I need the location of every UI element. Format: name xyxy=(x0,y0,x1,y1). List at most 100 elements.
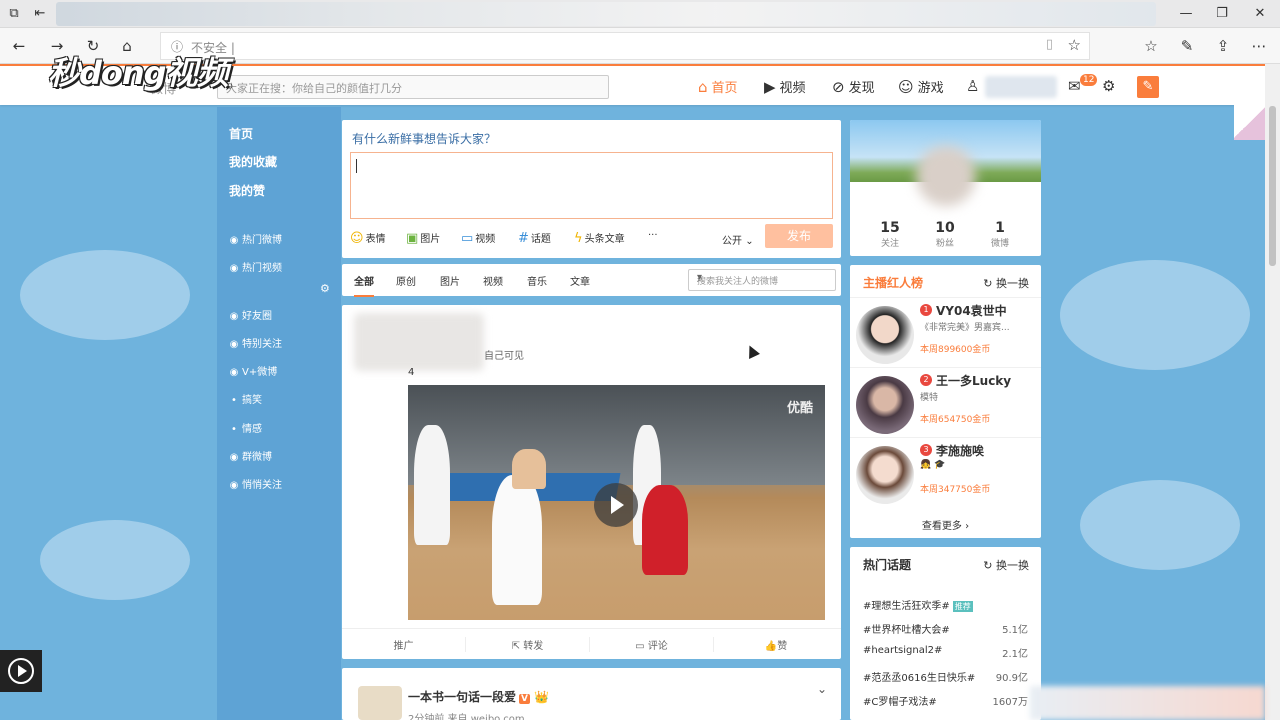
lightning-icon: ϟ xyxy=(574,231,583,246)
tab-articles[interactable]: 文章 xyxy=(570,273,590,288)
sidebar-item-special[interactable]: ◉ 特别关注 xyxy=(229,335,282,350)
image-button[interactable]: ▣ 图片 xyxy=(406,230,440,246)
sidebar-item-group[interactable]: ◉ 群微博 xyxy=(229,448,272,463)
sidebar-settings-icon[interactable]: ⚙ xyxy=(320,282,330,295)
user-icon[interactable]: ♙ xyxy=(966,77,983,95)
sidebar-item-home[interactable]: 首页 xyxy=(229,125,253,142)
play-icon xyxy=(8,658,34,684)
username[interactable] xyxy=(985,76,1057,98)
video-frame xyxy=(492,475,542,605)
tab-videos[interactable]: 视频 xyxy=(483,273,503,288)
address-bar[interactable]: ⓘ 不安全 | ▯ ☆ xyxy=(160,32,1090,60)
avatar[interactable] xyxy=(856,446,914,504)
refresh-button[interactable]: ↻ 换一换 xyxy=(983,275,1029,291)
play-button[interactable] xyxy=(594,483,638,527)
tab-list-icon[interactable]: ⧉ xyxy=(6,6,22,22)
post-text: 4 xyxy=(408,367,415,378)
back-tab-icon[interactable]: ⇤ xyxy=(32,6,48,22)
scrollbar-thumb[interactable] xyxy=(1269,106,1276,266)
like-button[interactable]: 👍赞 xyxy=(714,637,838,652)
feed-search-input[interactable]: 搜索我关注人的微博 ⌕ ▾ xyxy=(688,269,836,291)
video-button[interactable]: ▭ 视频 xyxy=(461,230,495,246)
avatar[interactable] xyxy=(358,686,402,720)
sidebar-item-hot-video[interactable]: ◉ 热门视频 xyxy=(229,259,282,274)
post-author[interactable]: 一本书一句话一段爱 V 👑 xyxy=(408,688,549,705)
ranking-item[interactable]: 2 王一多Lucky 模特 本周654750金币 xyxy=(850,367,1041,437)
sidebar-item-friends[interactable]: ◉ 好友圈 xyxy=(229,307,272,322)
avatar[interactable] xyxy=(916,146,976,206)
watermark-text: 秒dong视频 xyxy=(48,54,229,92)
nav-discover[interactable]: ⊘ 发现 xyxy=(832,77,875,96)
more-icon[interactable]: ⋯ xyxy=(1248,35,1270,57)
nav-home[interactable]: ⌂ 首页 xyxy=(698,77,738,96)
emoji-button[interactable]: ☺ 表情 xyxy=(350,230,386,246)
topic-item[interactable]: #C罗帽子戏法# 1607万 xyxy=(863,693,1028,708)
article-button[interactable]: ϟ 头条文章 xyxy=(574,230,625,246)
visibility-select[interactable]: 公开 ⌄ xyxy=(722,232,754,247)
refresh-icon: ↻ xyxy=(983,559,996,572)
topic-item[interactable]: #理想生活狂欢季# 推荐 xyxy=(863,597,1028,612)
sidebar-item-funny[interactable]: • 搞笑 xyxy=(229,391,262,406)
feed-post: 自己可见 4 优酷 推广 ⇱ 转发 ▭ 评论 👍赞 xyxy=(342,305,841,659)
ranking-item[interactable]: 1 VY04袁世中 《非常完美》男嘉宾... 本周899600金币 xyxy=(850,297,1041,367)
repost-button[interactable]: ⇱ 转发 xyxy=(466,637,590,652)
bullet-icon: • xyxy=(231,395,237,406)
composer-textarea[interactable] xyxy=(350,152,833,219)
view-more-link[interactable]: 查看更多 › xyxy=(850,517,1041,532)
tab-original[interactable]: 原创 xyxy=(396,273,416,288)
topic-item[interactable]: #范丞丞0616生日快乐# 90.9亿 xyxy=(863,669,1028,684)
browser-tab[interactable] xyxy=(56,2,1156,26)
ranking-item[interactable]: 3 李施施唉 👧 🎓 本周347750金币 xyxy=(850,437,1041,507)
stat-posts[interactable]: 1 微博 xyxy=(970,220,1030,249)
sidebar-item-emotion[interactable]: • 情感 xyxy=(229,420,262,435)
scrollbar[interactable] xyxy=(1265,64,1280,720)
tab-all[interactable]: 全部 xyxy=(354,273,374,297)
avatar[interactable] xyxy=(856,376,914,434)
post-author-blurred xyxy=(354,313,484,371)
close-icon[interactable]: ✕ xyxy=(1240,6,1280,21)
tab-images[interactable]: 图片 xyxy=(440,273,460,288)
video-player[interactable]: 优酷 xyxy=(408,385,825,620)
sidebar-item-vplus[interactable]: ◉ V+微博 xyxy=(229,363,278,378)
topic-button[interactable]: # 话题 xyxy=(518,230,551,246)
favorites-icon[interactable]: ☆ xyxy=(1140,35,1162,57)
cloud-decoration xyxy=(20,250,190,340)
crown-icon: 👑 xyxy=(529,690,550,704)
chevron-down-icon[interactable]: ⌄ xyxy=(817,682,827,696)
minimize-icon[interactable]: — xyxy=(1166,6,1206,21)
promote-button[interactable]: 推广 xyxy=(342,637,466,652)
composer-prompt: 有什么新鲜事想告诉大家？ xyxy=(352,132,497,146)
stat-following[interactable]: 15 关注 xyxy=(860,220,920,249)
nav-video[interactable]: ▶ 视频 xyxy=(764,77,806,96)
nav-game[interactable]: ☺ 游戏 xyxy=(898,77,944,96)
avatar[interactable] xyxy=(856,306,914,364)
publish-button[interactable]: 发布 xyxy=(765,224,833,248)
search-input[interactable]: 大家正在搜：你给自己的颜值打几分 ⌕ xyxy=(217,75,609,99)
maximize-icon[interactable]: ❐ xyxy=(1202,6,1242,21)
sidebar-item-hot-weibo[interactable]: ◉ 热门微博 xyxy=(229,231,282,246)
search-icon[interactable]: ⌕ xyxy=(226,78,600,94)
more-tools-button[interactable]: ··· xyxy=(648,230,658,241)
topic-item[interactable]: #heartsignal2# 2.1亿 xyxy=(863,645,1028,660)
star-icon[interactable]: ☆ xyxy=(1068,36,1081,54)
share-icon[interactable]: ⇪ xyxy=(1212,35,1234,57)
comment-button[interactable]: ▭ 评论 xyxy=(590,637,714,652)
reading-view-icon[interactable]: ▯ xyxy=(1046,37,1053,52)
tab-music[interactable]: 音乐 xyxy=(527,273,547,288)
pen-icon[interactable]: ✎ xyxy=(1176,35,1198,57)
ranking-title: 主播红人榜 xyxy=(863,276,924,290)
refresh-button[interactable]: ↻ 换一换 xyxy=(983,557,1029,573)
nav-label: 视频 xyxy=(779,81,806,96)
back-icon[interactable]: ← xyxy=(8,35,30,57)
settings-gear-icon[interactable]: ⚙ xyxy=(1102,77,1119,95)
sidebar-item-secret[interactable]: ◉ 悄悄关注 xyxy=(229,476,282,491)
topic-item[interactable]: #世界杯吐槽大会# 5.1亿 xyxy=(863,621,1028,636)
sidebar-item-likes[interactable]: 我的赞 xyxy=(229,182,265,199)
watermark-logo: 秒dong视频 xyxy=(48,46,248,98)
video-overlay-button[interactable] xyxy=(0,650,42,692)
stat-followers[interactable]: 10 粉丝 xyxy=(915,220,975,249)
sidebar-item-favorites[interactable]: 我的收藏 xyxy=(229,153,277,170)
compose-button[interactable]: ✎ xyxy=(1137,76,1159,98)
chevron-down-icon[interactable]: ▾ xyxy=(697,272,830,283)
emoji-icon: ☺ xyxy=(350,231,364,246)
